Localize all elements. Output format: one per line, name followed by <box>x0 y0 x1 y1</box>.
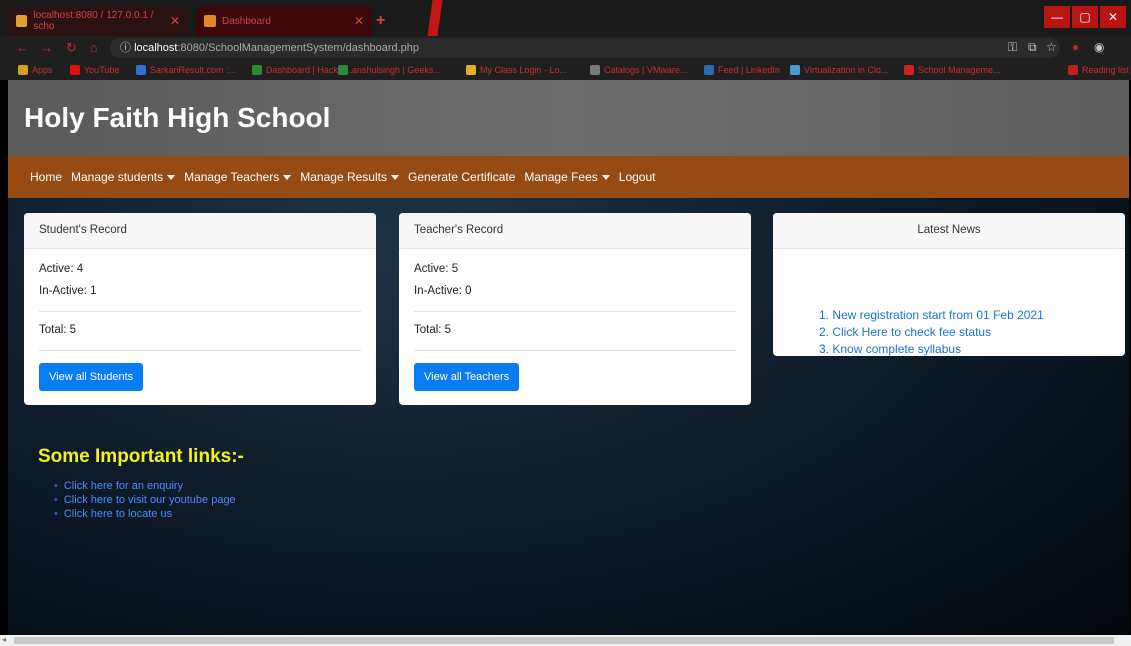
browser-tab-phpmyadmin[interactable]: localhost:8080 / 127.0.0.1 / scho ✕ <box>8 6 188 36</box>
linkedin-icon <box>704 65 714 75</box>
browser-tab-strip: localhost:8080 / 127.0.0.1 / scho ✕ Dash… <box>0 0 1131 36</box>
important-links-list: Click here for an enquiry Click here to … <box>54 480 236 522</box>
tab-title: Dashboard <box>222 15 271 27</box>
site-icon <box>790 65 800 75</box>
caret-down-icon <box>167 175 176 181</box>
news-item[interactable]: 3. Know complete syllabus <box>819 341 1079 356</box>
extension-icon[interactable]: ● <box>1072 40 1079 54</box>
school-icon <box>904 65 914 75</box>
card-body: Active: 5 In-Active: 0 Total: 5 View all… <box>399 249 751 405</box>
youtube-icon <box>70 65 80 75</box>
news-marquee: 1. New registration start from 01 Feb 20… <box>773 249 1125 356</box>
scroll-left-icon[interactable]: ◂ <box>2 635 6 644</box>
students-inactive: In-Active: 1 <box>39 285 97 297</box>
card-header: Latest News <box>773 213 1125 249</box>
card-header: Teacher's Record <box>399 213 751 249</box>
back-icon[interactable]: ← <box>16 40 29 55</box>
divider <box>414 311 736 312</box>
bookmark-reading-list[interactable]: Reading list <box>1068 65 1129 75</box>
caret-down-icon <box>601 175 610 181</box>
page-icon <box>204 15 216 27</box>
bookmark-school[interactable]: School Manageme... <box>904 65 1001 75</box>
bookmark-apps[interactable]: Apps <box>18 65 53 75</box>
view-all-teachers-button[interactable]: View all Teachers <box>414 363 520 391</box>
nav-logout[interactable]: Logout <box>619 170 656 184</box>
bookmarks-bar: Apps YouTube SarkariResult.com :... Dash… <box>0 60 1131 80</box>
news-item[interactable]: 1. New registration start from 01 Feb 20… <box>819 307 1079 324</box>
teachers-card: Teacher's Record Active: 5 In-Active: 0 … <box>399 213 751 405</box>
link-locate[interactable]: Click here to locate us <box>54 508 236 520</box>
news-item[interactable]: 2. Click Here to check fee status <box>819 324 1079 341</box>
site-icon <box>136 65 146 75</box>
bookmark-virtualization[interactable]: Virtualization in Clo... <box>790 65 888 75</box>
forward-icon[interactable]: → <box>40 40 53 55</box>
reading-list-icon <box>1068 65 1078 75</box>
tab-title: localhost:8080 / 127.0.0.1 / scho <box>33 10 154 32</box>
nav-generate-certificate[interactable]: Generate Certificate <box>408 170 515 184</box>
horizontal-scrollbar[interactable]: ◂ <box>0 635 1131 646</box>
phpmyadmin-icon <box>16 15 28 27</box>
decorative-stripe <box>427 0 443 36</box>
bookmark-youtube[interactable]: YouTube <box>70 65 119 75</box>
divider <box>414 350 736 351</box>
address-bar: ← → ↻ ⌂ ⓘ localhost:8080/SchoolManagemen… <box>0 36 1131 60</box>
scrollbar-thumb[interactable] <box>14 637 1114 644</box>
teachers-active: Active: 5 <box>414 263 459 275</box>
card-body: Active: 4 In-Active: 1 Total: 5 View all… <box>24 249 376 405</box>
close-icon[interactable]: ✕ <box>354 14 364 28</box>
students-card: Student's Record Active: 4 In-Active: 1 … <box>24 213 376 405</box>
nav-manage-students[interactable]: Manage students <box>71 170 176 184</box>
students-total: Total: 5 <box>39 324 77 336</box>
close-window-icon[interactable]: ✕ <box>1100 6 1126 28</box>
nav-manage-teachers[interactable]: Manage Teachers <box>184 170 292 184</box>
maximize-icon[interactable]: ▢ <box>1072 6 1098 28</box>
translate-icon[interactable]: ⧉ <box>1028 40 1037 55</box>
reload-icon[interactable]: ↻ <box>66 40 77 56</box>
page-content: Holy Faith High School Home Manage stude… <box>8 80 1129 635</box>
vmware-icon <box>590 65 600 75</box>
view-all-students-button[interactable]: View all Students <box>39 363 144 391</box>
url-path: :8080/SchoolManagementSystem/dashboard.p… <box>177 42 420 54</box>
page-title: Holy Faith High School <box>24 102 331 133</box>
teachers-inactive: In-Active: 0 <box>414 285 472 297</box>
divider <box>39 350 361 351</box>
link-enquiry[interactable]: Click here for an enquiry <box>54 480 236 492</box>
url-host: localhost <box>134 42 178 54</box>
card-header: Student's Record <box>24 213 376 249</box>
url-input[interactable]: ⓘ localhost:8080/SchoolManagementSystem/… <box>110 38 1060 58</box>
link-youtube[interactable]: Click here to visit our youtube page <box>54 494 236 506</box>
hackerrank-icon <box>252 65 262 75</box>
important-links-heading: Some Important links:- <box>38 446 244 467</box>
nav-manage-results[interactable]: Manage Results <box>300 170 399 184</box>
caret-down-icon <box>283 175 292 181</box>
bookmark-vmware[interactable]: Catalogs | VMware... <box>590 65 687 75</box>
teachers-total: Total: 5 <box>414 324 452 336</box>
nav-manage-fees[interactable]: Manage Fees <box>524 170 610 184</box>
main-navbar: Home Manage students Manage Teachers Man… <box>8 156 1129 198</box>
students-active: Active: 4 <box>39 263 84 275</box>
divider <box>39 311 361 312</box>
bookmark-sarkari[interactable]: SarkariResult.com :... <box>136 65 236 75</box>
apps-icon <box>18 65 28 75</box>
nav-home[interactable]: Home <box>30 170 62 184</box>
bookmark-myclass[interactable]: My Class Login - Lo... <box>466 65 567 75</box>
key-icon[interactable]: ⚿ <box>1008 40 1017 55</box>
info-icon[interactable]: ⓘ <box>120 42 134 54</box>
bookmark-geeks[interactable]: anshulsingh | Geeks... <box>338 65 441 75</box>
star-icon[interactable]: ☆ <box>1046 40 1057 54</box>
bookmark-linkedin[interactable]: Feed | LinkedIn <box>704 65 780 75</box>
new-tab-icon[interactable]: + <box>376 12 385 30</box>
home-icon[interactable]: ⌂ <box>90 40 98 55</box>
latest-news-card: Latest News 1. New registration start fr… <box>773 213 1125 356</box>
browser-tab-dashboard[interactable]: Dashboard ✕ <box>196 6 372 36</box>
geeks-icon <box>338 65 348 75</box>
caret-down-icon <box>390 175 399 181</box>
site-header: Holy Faith High School <box>8 80 1129 156</box>
class-icon <box>466 65 476 75</box>
close-icon[interactable]: ✕ <box>170 14 180 28</box>
profile-avatar[interactable]: ◉ <box>1094 40 1104 54</box>
minimize-icon[interactable]: — <box>1044 6 1070 28</box>
